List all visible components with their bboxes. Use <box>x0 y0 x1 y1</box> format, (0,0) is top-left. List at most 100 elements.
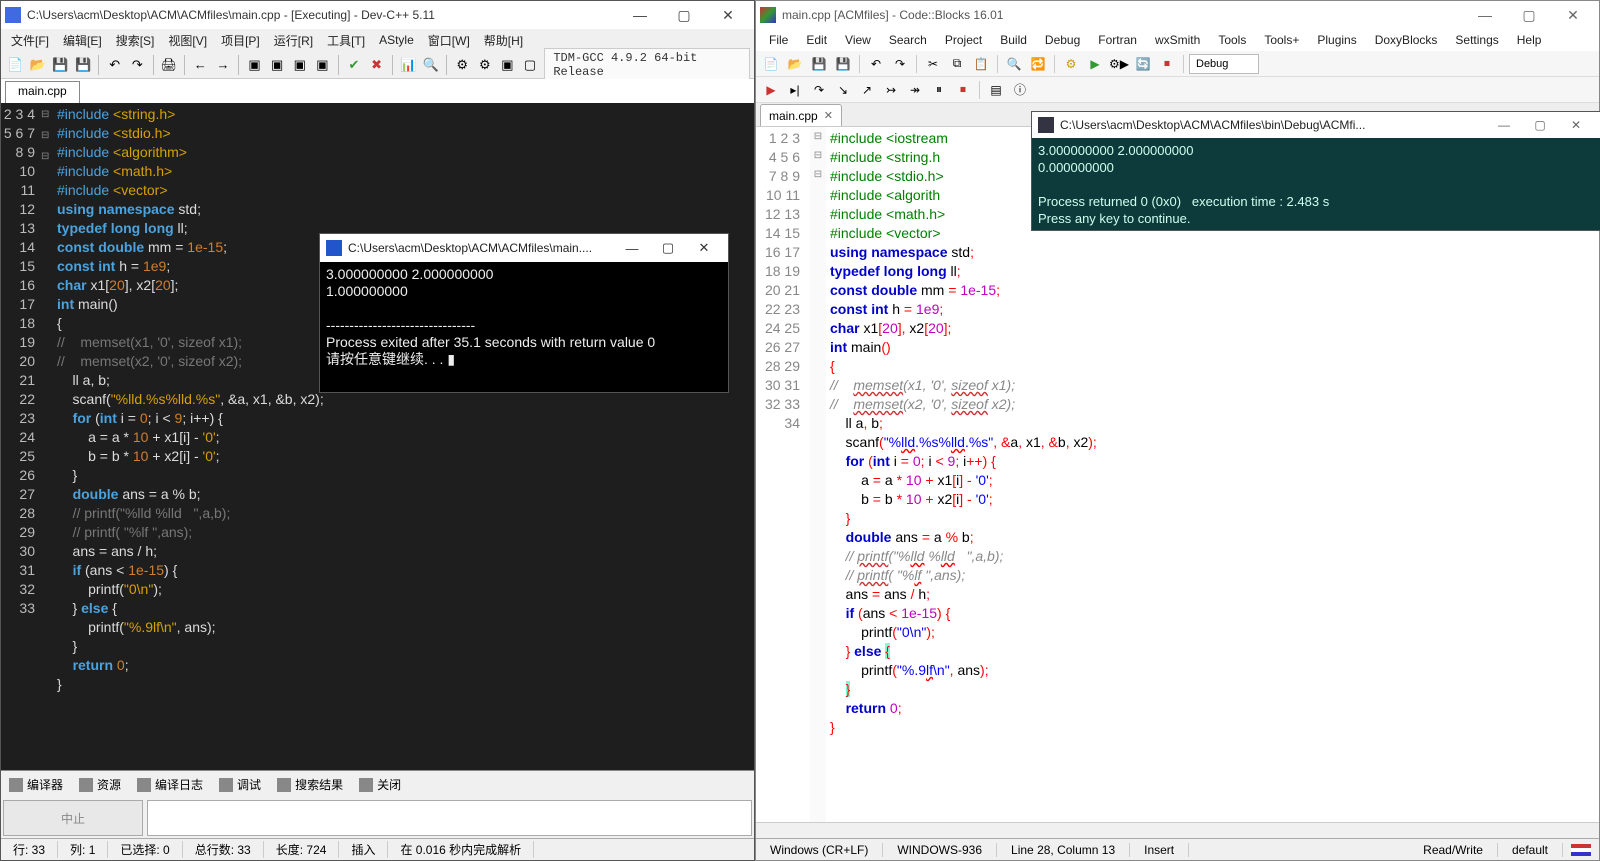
project-opts-icon[interactable]: ⚙ <box>452 54 473 76</box>
search-fwd-icon[interactable]: → <box>213 54 234 76</box>
cb-editor[interactable]: 1 2 3 4 5 6 7 8 9 10 11 12 13 14 15 16 1… <box>756 127 1599 822</box>
menu-item[interactable]: 编辑[E] <box>57 30 108 51</box>
maximize-button[interactable]: ▢ <box>662 1 706 29</box>
build-icon[interactable]: ⚙ <box>1060 53 1082 75</box>
redo-icon[interactable]: ↷ <box>889 53 911 75</box>
next-instr-icon[interactable]: ↣ <box>880 79 902 101</box>
compile-run-icon[interactable]: ▣ <box>289 54 310 76</box>
break-icon[interactable]: ⏸ <box>928 79 950 101</box>
bottom-tab[interactable]: 调试 <box>211 772 269 797</box>
menu-item[interactable]: Search <box>882 31 934 49</box>
menu-item[interactable]: 文件[F] <box>5 30 55 51</box>
cb-hscrollbar[interactable] <box>756 822 1599 838</box>
code-area[interactable]: #include <string.h> #include <stdio.h> #… <box>53 103 754 770</box>
devcpp-console-body[interactable]: 3.000000000 2.000000000 1.000000000 ----… <box>320 262 728 372</box>
cut-icon[interactable]: ✂ <box>922 53 944 75</box>
save-all-icon[interactable]: 💾 <box>832 53 854 75</box>
menu-item[interactable]: Debug <box>1038 31 1087 49</box>
profile-icon[interactable]: 📊 <box>398 54 419 76</box>
close-button[interactable]: ✕ <box>1551 1 1595 29</box>
tab-close-icon[interactable]: ✕ <box>824 109 833 122</box>
console-close-icon[interactable]: ✕ <box>686 234 722 262</box>
stop-debug-icon[interactable]: ⏹ <box>952 79 974 101</box>
build-run-icon[interactable]: ⚙▶ <box>1108 53 1130 75</box>
menu-item[interactable]: File <box>762 31 795 49</box>
find-icon[interactable]: 🔍 <box>1003 53 1025 75</box>
bottom-tab[interactable]: 资源 <box>71 772 129 797</box>
rebuild-icon[interactable]: 🔄 <box>1132 53 1154 75</box>
bottom-tab[interactable]: 搜索结果 <box>269 772 351 797</box>
menu-item[interactable]: Help <box>1510 31 1549 49</box>
devcpp-console-window[interactable]: C:\Users\acm\Desktop\ACM\ACMfiles\main..… <box>319 233 729 393</box>
menu-item[interactable]: 项目[P] <box>215 30 266 51</box>
menu-item[interactable]: 工具[T] <box>321 30 371 51</box>
menu-item[interactable]: Tools <box>1211 31 1253 49</box>
new-file-icon[interactable]: 📄 <box>5 54 26 76</box>
bottom-tab[interactable]: 编译日志 <box>129 772 211 797</box>
minimize-button[interactable]: — <box>618 1 662 29</box>
console-close-icon[interactable]: ✕ <box>1558 112 1594 138</box>
run-icon[interactable]: ▣ <box>267 54 288 76</box>
build-target-dropdown[interactable]: Debug <box>1189 54 1259 74</box>
console-max-icon[interactable]: ▢ <box>650 234 686 262</box>
debug-icon[interactable]: 🔍 <box>420 54 441 76</box>
new-icon[interactable]: 📄 <box>760 53 782 75</box>
undo-icon[interactable]: ↶ <box>104 54 125 76</box>
menu-item[interactable]: Edit <box>799 31 834 49</box>
console-min-icon[interactable]: — <box>1486 112 1522 138</box>
close-button[interactable]: ✕ <box>706 1 750 29</box>
step-instr-icon[interactable]: ↠ <box>904 79 926 101</box>
code-area[interactable]: #include <iostream #include <string.h #i… <box>826 127 1599 822</box>
copy-icon[interactable]: ⧉ <box>946 53 968 75</box>
fold-gutter[interactable]: ⊟ ⊟ ⊟ <box>41 103 53 770</box>
minimize-button[interactable]: — <box>1463 1 1507 29</box>
step-out-icon[interactable]: ↗ <box>856 79 878 101</box>
abort-icon[interactable]: ⏹ <box>1156 53 1178 75</box>
menu-item[interactable]: Project <box>938 31 989 49</box>
tab-main-cpp[interactable]: main.cpp ✕ <box>760 104 842 126</box>
more-icon[interactable]: ▣ <box>497 54 518 76</box>
step-into-icon[interactable]: ↘ <box>832 79 854 101</box>
run-icon[interactable]: ▶ <box>1084 53 1106 75</box>
save-icon[interactable]: 💾 <box>808 53 830 75</box>
bottom-tab[interactable]: 编译器 <box>1 772 71 797</box>
menu-item[interactable]: Settings <box>1448 31 1505 49</box>
run-to-cursor-icon[interactable]: ▸| <box>784 79 806 101</box>
check-icon[interactable]: ✔ <box>344 54 365 76</box>
search-back-icon[interactable]: ← <box>190 54 211 76</box>
menu-item[interactable]: 窗口[W] <box>422 30 476 51</box>
menu-item[interactable]: 运行[R] <box>268 30 319 51</box>
menu-item[interactable]: AStyle <box>373 31 420 49</box>
info-icon[interactable]: ⓘ <box>1009 79 1031 101</box>
redo-icon[interactable]: ↷ <box>127 54 148 76</box>
save-all-icon[interactable]: 💾 <box>73 54 94 76</box>
devcpp-titlebar[interactable]: C:\Users\acm\Desktop\ACM\ACMfiles\main.c… <box>1 1 754 29</box>
abort-button[interactable]: 中止 <box>3 800 143 836</box>
cb-titlebar[interactable]: main.cpp [ACMfiles] - Code::Blocks 16.01… <box>756 1 1599 29</box>
console-max-icon[interactable]: ▢ <box>1522 112 1558 138</box>
next-line-icon[interactable]: ↷ <box>808 79 830 101</box>
debug-run-icon[interactable]: ▶ <box>760 79 782 101</box>
more2-icon[interactable]: ▢ <box>520 54 541 76</box>
bottom-tab[interactable]: 关闭 <box>351 772 409 797</box>
menu-item[interactable]: DoxyBlocks <box>1368 31 1445 49</box>
stop-icon[interactable]: ✖ <box>366 54 387 76</box>
paste-icon[interactable]: 📋 <box>970 53 992 75</box>
print-icon[interactable]: 🖨 <box>159 54 180 76</box>
fold-gutter[interactable]: ⊟ ⊟ ⊟ <box>810 127 826 822</box>
menu-item[interactable]: wxSmith <box>1148 31 1207 49</box>
replace-icon[interactable]: 🔁 <box>1027 53 1049 75</box>
tab-main-cpp[interactable]: main.cpp <box>5 81 80 103</box>
cb-console-body[interactable]: 3.000000000 2.000000000 0.000000000 Proc… <box>1032 138 1600 231</box>
cb-console-titlebar[interactable]: C:\Users\acm\Desktop\ACM\ACMfiles\bin\De… <box>1032 112 1600 138</box>
compile-log-area[interactable] <box>147 800 752 836</box>
menu-item[interactable]: 搜索[S] <box>110 30 161 51</box>
menu-item[interactable]: Fortran <box>1091 31 1144 49</box>
compile-icon[interactable]: ▣ <box>244 54 265 76</box>
menu-item[interactable]: View <box>838 31 878 49</box>
menu-item[interactable]: Tools+ <box>1257 31 1306 49</box>
devcpp-editor[interactable]: 2 3 4 5 6 7 8 9 10 11 12 13 14 15 16 17 … <box>1 103 754 770</box>
cb-console-window[interactable]: C:\Users\acm\Desktop\ACM\ACMfiles\bin\De… <box>1031 111 1600 231</box>
maximize-button[interactable]: ▢ <box>1507 1 1551 29</box>
rebuild-icon[interactable]: ▣ <box>312 54 333 76</box>
